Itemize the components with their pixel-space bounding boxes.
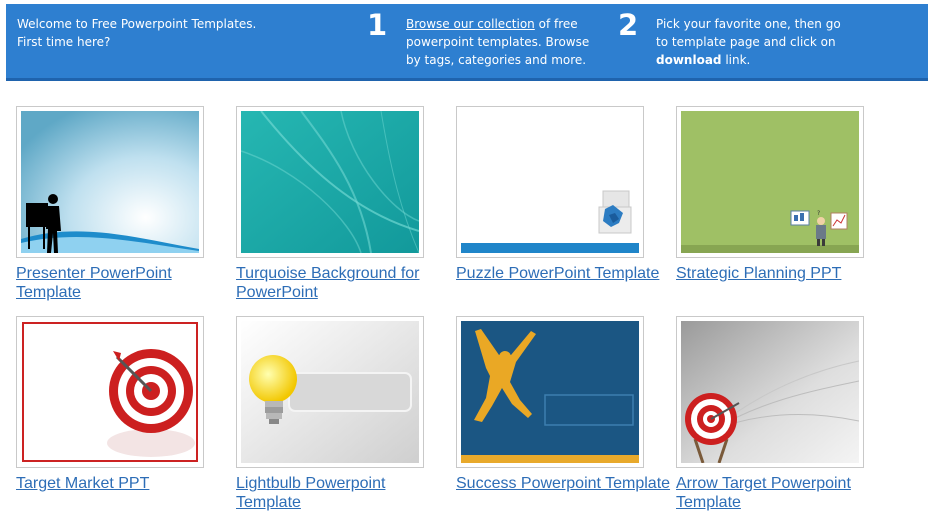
template-link-arrow-target[interactable]: Arrow Target Powerpoint Template [676, 474, 891, 512]
template-thumbnail[interactable]: ? [676, 106, 864, 258]
svg-text:?: ? [817, 210, 820, 217]
turquoise-thumbnail [241, 111, 419, 253]
target-thumbnail [21, 321, 199, 463]
browse-collection-link[interactable]: Browse our collection [406, 17, 535, 31]
template-thumbnail[interactable] [236, 106, 424, 258]
template-thumbnail[interactable] [676, 316, 864, 468]
strategic-planning-thumbnail: ? [681, 111, 859, 253]
success-thumbnail [461, 321, 639, 463]
template-link-turquoise[interactable]: Turquoise Background for PowerPoint [236, 264, 451, 302]
welcome-text: Welcome to Free Powerpoint Templates. Fi… [17, 15, 317, 51]
template-thumbnail[interactable] [16, 106, 204, 258]
template-thumbnail[interactable] [16, 316, 204, 468]
presenter-thumbnail [21, 111, 199, 253]
template-link-target[interactable]: Target Market PPT [16, 474, 231, 493]
template-link-puzzle[interactable]: Puzzle PowerPoint Template [456, 264, 671, 283]
template-thumbnail[interactable] [236, 316, 424, 468]
template-thumbnail[interactable] [456, 316, 644, 468]
step-2-number: 2 [618, 8, 639, 42]
template-link-success[interactable]: Success Powerpoint Template [456, 474, 671, 493]
step-1-text: Browse our collection of free powerpoint… [406, 15, 606, 69]
arrow-target-thumbnail [681, 321, 859, 463]
template-thumbnail[interactable] [456, 106, 644, 258]
puzzle-thumbnail [461, 111, 639, 253]
welcome-line-2: First time here? [17, 35, 111, 49]
welcome-line-1: Welcome to Free Powerpoint Templates. [17, 17, 257, 31]
step-2-text: Pick your favorite one, then go to templ… [656, 15, 856, 69]
download-keyword: download [656, 53, 722, 67]
lightbulb-thumbnail [241, 321, 419, 463]
step-1-number: 1 [367, 8, 388, 42]
template-link-strategic-planning[interactable]: Strategic Planning PPT [676, 264, 891, 283]
welcome-banner: Welcome to Free Powerpoint Templates. Fi… [6, 4, 928, 81]
template-link-presenter[interactable]: Presenter PowerPoint Template [16, 264, 231, 302]
template-link-lightbulb[interactable]: Lightbulb Powerpoint Template [236, 474, 451, 512]
step-2-description: Pick your favorite one, then go to templ… [656, 17, 841, 49]
step-2-description-end: link. [721, 53, 751, 67]
